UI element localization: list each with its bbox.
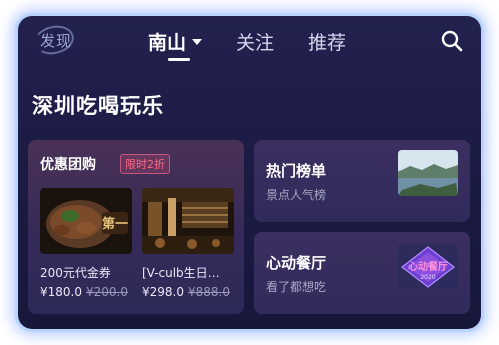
heart-restaurant-title: 心动餐厅 [266,254,327,272]
scenic-thumbnail [398,150,458,196]
discount-badge: 限时2折 [120,154,170,174]
deal-item-vclub[interactable]: [V-culb生日… ¥298.0 ¥888.0 [142,188,234,299]
deal-price: ¥298.0 [142,285,184,299]
tab-follow-label: 关注 [236,32,275,54]
scenic-photo [398,150,458,196]
discover-logo[interactable]: 发现 [40,30,72,51]
app-screen: 发现 南山 关注 推荐 深圳吃喝玩乐 优惠团购 限时2折 第一 200元代金券 … [18,16,481,329]
deal-original-price: ¥200.0 [86,285,128,299]
hot-list-title: 热门榜单 [266,162,327,180]
deal-price-row: ¥180.0 ¥200.0 [40,285,132,299]
tab-recommend-label: 推荐 [308,32,347,54]
heart-restaurant-subtitle: 看了都想吃 [266,280,327,294]
food-photo: 第一 [40,188,132,254]
hot-list-card[interactable]: 热门榜单 景点人气榜 [254,140,470,222]
deal-item-voucher[interactable]: 第一 200元代金券 ¥180.0 ¥200.0 [40,188,132,299]
tab-recommend[interactable]: 推荐 [308,28,346,55]
deal-price-row: ¥298.0 ¥888.0 [142,285,234,299]
deal-original-price: ¥888.0 [188,285,230,299]
heart-restaurant-badge-icon: 心动餐厅 2020 [398,244,458,290]
badge-logo-text: 心动餐厅 [408,260,448,273]
hot-list-subtitle: 景点人气榜 [266,188,327,202]
heart-restaurant-logo: 心动餐厅 2020 [398,244,458,290]
tab-follow[interactable]: 关注 [236,28,274,55]
tab-nanshan[interactable]: 南山 [148,28,203,55]
active-tab-indicator [168,58,190,61]
badge-logo-year: 2020 [420,274,435,281]
bar-photo [142,188,234,254]
deal-name: 200元代金券 [40,266,111,280]
top-tabs: 南山 关注 推荐 [148,28,380,55]
chevron-down-icon [192,38,203,45]
deal-price: ¥180.0 [40,285,82,299]
group-buy-card[interactable]: 优惠团购 限时2折 第一 200元代金券 ¥180.0 ¥200.0 [V-cu… [28,140,244,314]
search-icon[interactable] [441,30,463,52]
deal-image-food: 第一 [40,188,132,254]
tab-nanshan-label: 南山 [148,32,187,54]
heart-restaurant-card[interactable]: 心动餐厅 看了都想吃 心动餐厅 2020 [254,232,470,314]
section-title: 深圳吃喝玩乐 [32,94,164,118]
group-buy-title: 优惠团购 [40,157,96,173]
deal-name: [V-culb生日… [142,266,220,280]
svg-text:第一: 第一 [102,216,128,232]
deal-image-bar [142,188,234,254]
